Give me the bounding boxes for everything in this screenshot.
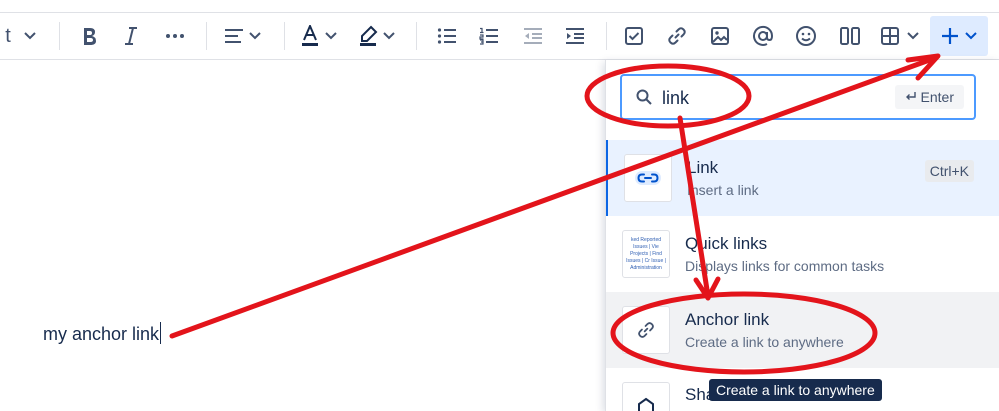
chevron-down-icon bbox=[383, 32, 395, 40]
align-left-icon bbox=[225, 29, 243, 43]
emoji-button[interactable] bbox=[789, 13, 823, 59]
keyboard-shortcut: Ctrl+K bbox=[924, 160, 974, 182]
indent-icon bbox=[566, 28, 584, 44]
image-button[interactable] bbox=[703, 13, 737, 59]
enter-key-icon bbox=[905, 92, 916, 100]
checkbox-icon bbox=[625, 27, 643, 45]
link-icon bbox=[668, 27, 686, 45]
italic-icon bbox=[125, 27, 137, 45]
anchor-link-thumbnail bbox=[622, 306, 670, 354]
indent-button[interactable] bbox=[558, 13, 592, 59]
chevron-down-icon bbox=[249, 32, 261, 40]
menu-item-title: Link bbox=[687, 158, 719, 177]
menu-item-link[interactable]: Link Insert a link Ctrl+K bbox=[606, 140, 999, 216]
menu-item-quick-links[interactable]: ked Reported Issues | Vie Projects | Fin… bbox=[606, 216, 999, 292]
layouts-button[interactable] bbox=[832, 13, 868, 59]
link-button[interactable] bbox=[660, 13, 694, 59]
numbered-list-icon bbox=[479, 27, 498, 45]
text-color-icon bbox=[302, 25, 318, 46]
menu-item-title: Quick links bbox=[685, 234, 768, 253]
layouts-icon bbox=[840, 27, 860, 45]
chevron-down-icon bbox=[24, 32, 36, 40]
chevron-down-icon bbox=[907, 32, 919, 40]
highlight-dropdown[interactable] bbox=[354, 13, 400, 59]
table-icon bbox=[881, 27, 899, 45]
chevron-down-icon bbox=[325, 32, 337, 40]
enter-hint: Enter bbox=[894, 85, 964, 109]
enter-label: Enter bbox=[920, 89, 954, 105]
editor-body-text[interactable]: my anchor link bbox=[43, 322, 162, 345]
numbered-list-button[interactable] bbox=[472, 13, 506, 59]
insert-elements-button[interactable] bbox=[930, 16, 988, 56]
share-icon bbox=[638, 397, 654, 411]
editor-paragraph: my anchor link bbox=[43, 324, 160, 344]
italic-button[interactable] bbox=[114, 13, 148, 59]
text-color-dropdown[interactable] bbox=[296, 13, 342, 59]
outdent-button[interactable] bbox=[516, 13, 550, 59]
bold-button[interactable] bbox=[72, 13, 106, 59]
more-icon bbox=[166, 34, 184, 38]
bullet-list-button[interactable] bbox=[430, 13, 464, 59]
link-icon bbox=[635, 171, 661, 185]
anchor-link-icon bbox=[638, 322, 654, 338]
toolbar-divider bbox=[416, 22, 417, 50]
toolbar-divider bbox=[606, 22, 607, 50]
emoji-icon bbox=[796, 26, 816, 46]
search-icon bbox=[636, 89, 652, 105]
image-icon bbox=[711, 27, 729, 45]
tooltip: Create a link to anywhere bbox=[709, 379, 882, 401]
menu-item-description: Insert a link bbox=[687, 182, 759, 198]
bullet-list-icon bbox=[437, 28, 456, 44]
menu-item-anchor-link[interactable]: Anchor link Create a link to anywhere bbox=[606, 292, 999, 368]
toolbar-divider bbox=[206, 22, 207, 50]
alignment-dropdown[interactable] bbox=[220, 13, 266, 59]
share-thumbnail bbox=[622, 382, 670, 411]
link-thumbnail bbox=[624, 154, 672, 202]
insert-search-input[interactable] bbox=[662, 85, 882, 111]
plus-icon bbox=[942, 28, 958, 44]
toolbar-divider bbox=[284, 22, 285, 50]
quick-links-preview-text: ked Reported Issues | Vie Projects | Fin… bbox=[626, 236, 666, 271]
menu-item-title: Anchor link bbox=[685, 310, 770, 329]
insert-search-box[interactable]: Enter bbox=[620, 74, 976, 120]
bold-icon bbox=[84, 28, 96, 45]
text-style-dropdown[interactable]: t bbox=[0, 13, 42, 59]
highlighter-icon bbox=[360, 25, 378, 46]
text-cursor bbox=[160, 322, 162, 344]
insert-menu: Enter Link Insert a link Ctrl+K ked Repo… bbox=[605, 60, 999, 411]
outdent-icon bbox=[524, 28, 542, 44]
chevron-down-icon bbox=[965, 32, 977, 40]
menu-item-description: Displays links for common tasks bbox=[685, 258, 885, 274]
mention-button[interactable] bbox=[746, 13, 780, 59]
action-item-button[interactable] bbox=[617, 13, 651, 59]
editor-toolbar: t bbox=[0, 12, 999, 60]
mention-icon bbox=[753, 25, 774, 46]
toolbar-divider bbox=[59, 22, 60, 50]
more-formatting-button[interactable] bbox=[158, 13, 192, 59]
quick-links-thumbnail: ked Reported Issues | Vie Projects | Fin… bbox=[622, 230, 670, 278]
menu-item-description: Create a link to anywhere bbox=[685, 334, 844, 350]
text-style-label: t bbox=[5, 24, 11, 47]
table-dropdown[interactable] bbox=[874, 13, 926, 59]
